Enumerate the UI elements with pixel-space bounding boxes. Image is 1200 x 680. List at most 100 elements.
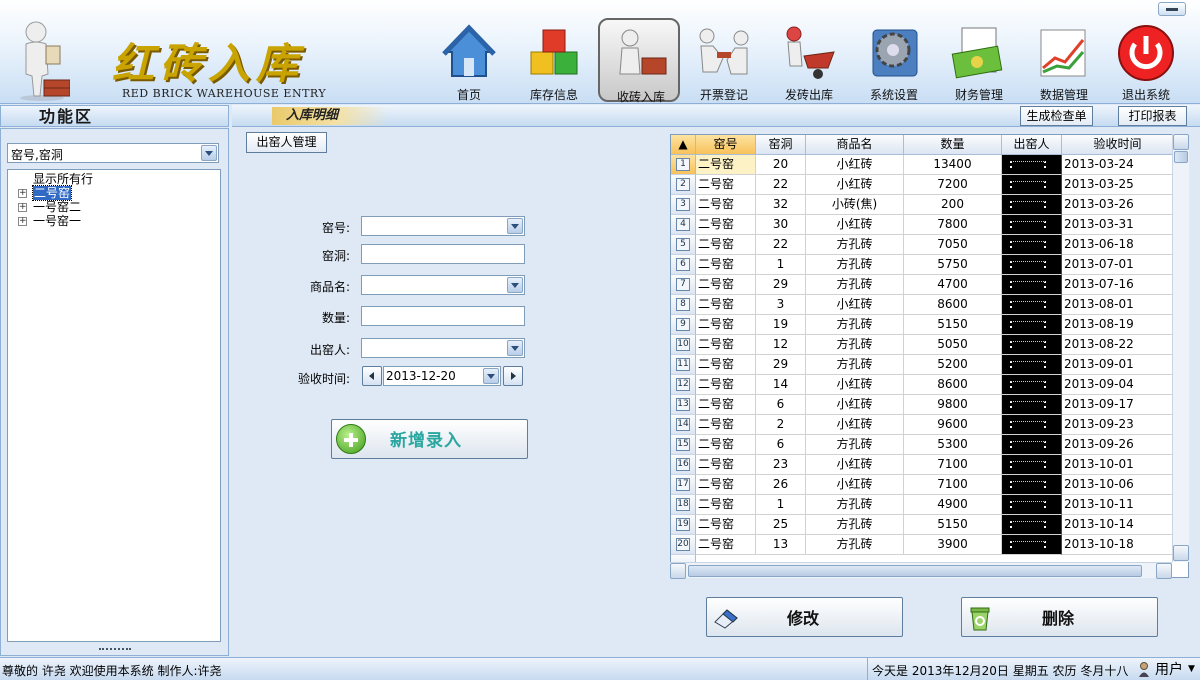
cell-product[interactable]: 方孔砖 xyxy=(806,515,904,535)
cell-quantity[interactable]: 4900 xyxy=(904,495,1002,515)
row-header[interactable]: 8 xyxy=(671,295,696,315)
nav-exit[interactable]: 退出系统 xyxy=(1105,18,1187,102)
row-header[interactable]: 19 xyxy=(671,515,696,535)
kiln-no-select[interactable] xyxy=(361,216,525,236)
cell-kiln[interactable]: 二号窑 xyxy=(696,315,756,335)
nav-settings[interactable]: 系统设置 xyxy=(853,18,935,102)
cell-kiln[interactable]: 二号窑 xyxy=(696,495,756,515)
date-prev-button[interactable] xyxy=(362,366,382,386)
cell-hole[interactable]: 19 xyxy=(756,315,806,335)
cell-hole[interactable]: 12 xyxy=(756,335,806,355)
cell-quantity[interactable]: 4700 xyxy=(904,275,1002,295)
cell-product[interactable]: 小砖(焦) xyxy=(806,195,904,215)
cell-quantity[interactable]: 7100 xyxy=(904,475,1002,495)
nav-finance[interactable]: 财务管理 xyxy=(938,18,1020,102)
row-header[interactable]: 4 xyxy=(671,215,696,235)
cell-outputter[interactable] xyxy=(1002,255,1062,275)
cell-outputter[interactable] xyxy=(1002,215,1062,235)
cell-quantity[interactable]: 5200 xyxy=(904,355,1002,375)
cell-date[interactable]: 2013-10-11 xyxy=(1062,495,1174,515)
cell-hole[interactable]: 22 xyxy=(756,175,806,195)
vertical-scrollbar[interactable] xyxy=(1172,134,1189,562)
cell-kiln[interactable]: 二号窑 xyxy=(696,515,756,535)
cell-outputter[interactable] xyxy=(1002,175,1062,195)
cell-outputter[interactable] xyxy=(1002,435,1062,455)
cell-outputter[interactable] xyxy=(1002,155,1062,175)
cell-kiln[interactable]: 二号窑 xyxy=(696,175,756,195)
cell-quantity[interactable]: 8600 xyxy=(904,295,1002,315)
row-header[interactable]: 2 xyxy=(671,175,696,195)
cell-quantity[interactable]: 8600 xyxy=(904,375,1002,395)
date-picker[interactable]: 2013-12-20 xyxy=(383,366,501,386)
expand-icon[interactable]: + xyxy=(18,217,27,226)
tree-item-kiln-2[interactable]: + 二号窑 xyxy=(8,185,208,201)
column-header-date[interactable]: 验收时间 xyxy=(1062,135,1174,155)
column-header-outputter[interactable]: 出窑人 xyxy=(1002,135,1062,155)
cell-date[interactable]: 2013-08-19 xyxy=(1062,315,1174,335)
date-next-button[interactable] xyxy=(503,366,523,386)
cell-date[interactable]: 2013-10-14 xyxy=(1062,515,1174,535)
row-header[interactable]: 15 xyxy=(671,435,696,455)
cell-hole[interactable]: 20 xyxy=(756,155,806,175)
cell-product[interactable]: 方孔砖 xyxy=(806,275,904,295)
row-header[interactable]: 14 xyxy=(671,415,696,435)
print-report-button[interactable]: 打印报表 xyxy=(1118,106,1187,126)
product-select[interactable] xyxy=(361,275,525,295)
cell-hole[interactable]: 22 xyxy=(756,235,806,255)
cell-outputter[interactable] xyxy=(1002,395,1062,415)
cell-product[interactable]: 小红砖 xyxy=(806,455,904,475)
chevron-down-icon[interactable] xyxy=(483,368,499,384)
row-header[interactable]: 10 xyxy=(671,335,696,355)
kiln-hole-input[interactable] xyxy=(361,244,525,264)
scroll-left-icon[interactable] xyxy=(670,563,686,579)
cell-date[interactable]: 2013-03-26 xyxy=(1062,195,1174,215)
cell-outputter[interactable] xyxy=(1002,335,1062,355)
cell-date[interactable]: 2013-09-17 xyxy=(1062,395,1174,415)
row-header[interactable]: 3 xyxy=(671,195,696,215)
cell-quantity[interactable]: 5050 xyxy=(904,335,1002,355)
cell-quantity[interactable]: 5750 xyxy=(904,255,1002,275)
column-header-hole[interactable]: 窑洞 xyxy=(756,135,806,155)
cell-kiln[interactable]: 二号窑 xyxy=(696,215,756,235)
cell-quantity[interactable]: 200 xyxy=(904,195,1002,215)
cell-kiln[interactable]: 二号窑 xyxy=(696,195,756,215)
cell-quantity[interactable]: 9800 xyxy=(904,395,1002,415)
cell-date[interactable]: 2013-10-18 xyxy=(1062,535,1174,555)
cell-kiln[interactable]: 二号窑 xyxy=(696,235,756,255)
row-header[interactable]: 13 xyxy=(671,395,696,415)
cell-quantity[interactable]: 13400 xyxy=(904,155,1002,175)
cell-product[interactable]: 方孔砖 xyxy=(806,335,904,355)
tree-item-kiln-1-1[interactable]: + 一号窑一 xyxy=(8,214,208,228)
cell-hole[interactable]: 6 xyxy=(756,395,806,415)
cell-date[interactable]: 2013-06-18 xyxy=(1062,235,1174,255)
vertical-scroll-thumb[interactable] xyxy=(1174,151,1188,163)
cell-date[interactable]: 2013-09-23 xyxy=(1062,415,1174,435)
column-header-quantity[interactable]: 数量 xyxy=(904,135,1002,155)
chevron-down-icon[interactable]: ▼ xyxy=(1188,664,1195,674)
cell-kiln[interactable]: 二号窑 xyxy=(696,155,756,175)
cell-quantity[interactable]: 3900 xyxy=(904,535,1002,555)
generate-check-button[interactable]: 生成检查单 xyxy=(1020,106,1093,126)
quantity-input[interactable] xyxy=(361,306,525,326)
cell-product[interactable]: 小红砖 xyxy=(806,175,904,195)
cell-hole[interactable]: 29 xyxy=(756,355,806,375)
cell-kiln[interactable]: 二号窑 xyxy=(696,395,756,415)
nav-inventory[interactable]: 库存信息 xyxy=(513,18,595,102)
row-header[interactable]: 12 xyxy=(671,375,696,395)
cell-date[interactable]: 2013-10-01 xyxy=(1062,455,1174,475)
row-header[interactable]: 16 xyxy=(671,455,696,475)
cell-product[interactable]: 方孔砖 xyxy=(806,235,904,255)
cell-date[interactable]: 2013-07-01 xyxy=(1062,255,1174,275)
cell-product[interactable]: 小红砖 xyxy=(806,475,904,495)
row-header[interactable]: 9 xyxy=(671,315,696,335)
cell-date[interactable]: 2013-03-24 xyxy=(1062,155,1174,175)
cell-date[interactable]: 2013-03-31 xyxy=(1062,215,1174,235)
cell-outputter[interactable] xyxy=(1002,315,1062,335)
cell-quantity[interactable]: 7200 xyxy=(904,175,1002,195)
nav-dispatch[interactable]: 发砖出库 xyxy=(768,18,850,102)
cell-outputter[interactable] xyxy=(1002,535,1062,555)
cell-product[interactable]: 小红砖 xyxy=(806,155,904,175)
edit-button[interactable]: 修改 xyxy=(706,597,903,637)
cell-hole[interactable]: 2 xyxy=(756,415,806,435)
row-header[interactable]: 5 xyxy=(671,235,696,255)
